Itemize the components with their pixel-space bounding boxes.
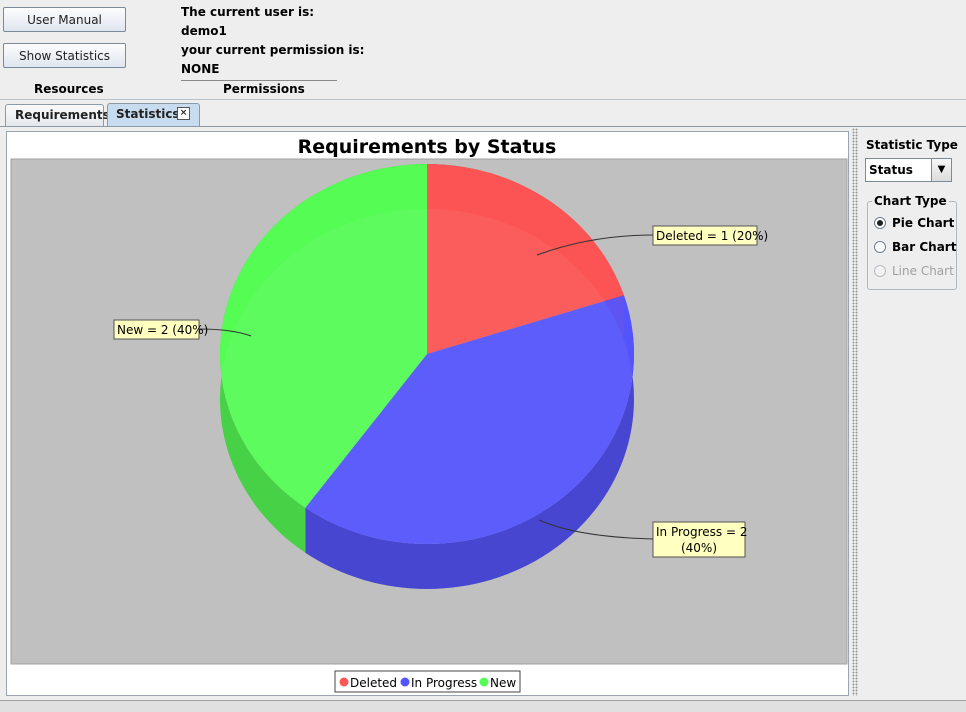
current-user-label: The current user is: bbox=[181, 5, 315, 19]
permissions-separator bbox=[181, 80, 337, 81]
legend-swatch-deleted bbox=[339, 677, 349, 687]
split-pane-divider[interactable] bbox=[852, 128, 858, 696]
chart-type-label: Chart Type bbox=[872, 194, 949, 208]
bottom-scrollbar[interactable] bbox=[0, 700, 966, 712]
close-icon[interactable]: × bbox=[177, 107, 190, 120]
pie-chart-radio[interactable] bbox=[874, 217, 886, 229]
label-deleted-text: Deleted = 1 (20%) bbox=[656, 229, 768, 243]
show-statistics-button[interactable]: Show Statistics bbox=[3, 43, 126, 68]
chart-legend: Deleted In Progress New bbox=[334, 670, 521, 693]
statistic-type-value: Status bbox=[869, 163, 913, 177]
legend-in-progress: In Progress bbox=[411, 676, 477, 690]
tab-statistics-label: Statistics bbox=[116, 107, 180, 121]
chart-panel: Requirements by Status Deleted = 1 (20%)… bbox=[6, 131, 849, 696]
tab-requirements-label: Requirements bbox=[15, 108, 110, 122]
legend-swatch-in-progress bbox=[400, 677, 410, 687]
label-in-progress-line1: In Progress = 2 bbox=[656, 525, 748, 539]
label-in-progress-line2: (40%) bbox=[681, 541, 717, 555]
current-user-name: demo1 bbox=[181, 24, 227, 38]
permissions-label: Permissions bbox=[223, 82, 305, 96]
chevron-down-icon[interactable]: ▼ bbox=[931, 159, 951, 181]
line-chart-radio bbox=[874, 265, 886, 277]
bar-chart-label[interactable]: Bar Chart bbox=[892, 240, 956, 254]
pie-chart-label[interactable]: Pie Chart bbox=[892, 216, 954, 230]
legend-swatch-new bbox=[479, 677, 489, 687]
resources-label: Resources bbox=[34, 82, 104, 96]
toolbar-separator bbox=[0, 99, 966, 100]
tab-statistics[interactable]: Statistics × bbox=[107, 103, 200, 127]
pie-chart: Requirements by Status Deleted = 1 (20%)… bbox=[10, 136, 848, 693]
chart-title: Requirements by Status bbox=[298, 136, 557, 158]
tab-strip-border bbox=[0, 126, 966, 127]
legend-new: New bbox=[490, 676, 516, 690]
bar-chart-radio[interactable] bbox=[874, 241, 886, 253]
statistic-type-select[interactable]: Status ▼ bbox=[865, 158, 952, 182]
user-manual-button[interactable]: User Manual bbox=[3, 7, 126, 32]
line-chart-label: Line Chart bbox=[892, 264, 954, 278]
tab-requirements[interactable]: Requirements bbox=[5, 104, 110, 126]
pie-slices bbox=[220, 164, 634, 589]
permission-value: NONE bbox=[181, 62, 220, 76]
legend-deleted: Deleted bbox=[350, 676, 397, 690]
label-new-text: New = 2 (40%) bbox=[117, 323, 208, 337]
permission-label: your current permission is: bbox=[181, 43, 365, 57]
statistic-type-label: Statistic Type bbox=[866, 138, 958, 152]
